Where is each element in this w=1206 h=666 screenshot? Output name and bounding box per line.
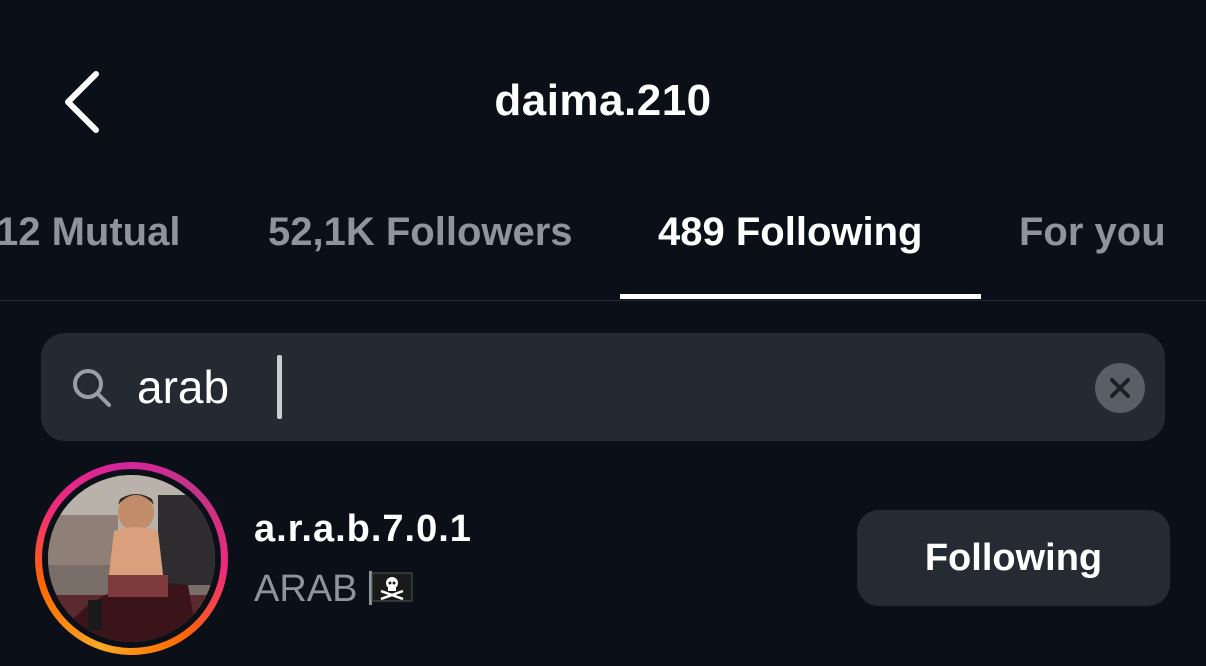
- search-bar[interactable]: [41, 333, 1165, 441]
- list-item[interactable]: a.r.a.b.7.0.1 ARAB Following: [0, 460, 1206, 666]
- header: daima.210: [0, 0, 1206, 190]
- full-name: ARAB: [254, 568, 415, 611]
- story-ring[interactable]: [35, 462, 228, 655]
- username[interactable]: a.r.a.b.7.0.1: [254, 508, 472, 551]
- page-title: daima.210: [494, 76, 712, 125]
- full-name-text: ARAB: [254, 568, 358, 610]
- tab-followers[interactable]: 52,1K Followers: [268, 210, 573, 255]
- text-cursor: [277, 355, 282, 419]
- clear-search-button[interactable]: [1095, 363, 1145, 413]
- search-input[interactable]: [137, 357, 1037, 417]
- search-icon: [71, 367, 113, 409]
- following-list-screen: daima.210 12 Mutual 52,1K Followers 489 …: [0, 0, 1206, 666]
- tab-bar: 12 Mutual 52,1K Followers 489 Following …: [0, 190, 1206, 301]
- following-button[interactable]: Following: [857, 510, 1170, 606]
- tab-for-you[interactable]: For you: [1019, 210, 1166, 255]
- active-tab-indicator: [620, 294, 981, 299]
- pirate-flag-icon: [367, 569, 415, 607]
- tab-following[interactable]: 489 Following: [658, 210, 922, 255]
- tab-mutual[interactable]: 12 Mutual: [0, 210, 180, 255]
- avatar[interactable]: [48, 475, 215, 642]
